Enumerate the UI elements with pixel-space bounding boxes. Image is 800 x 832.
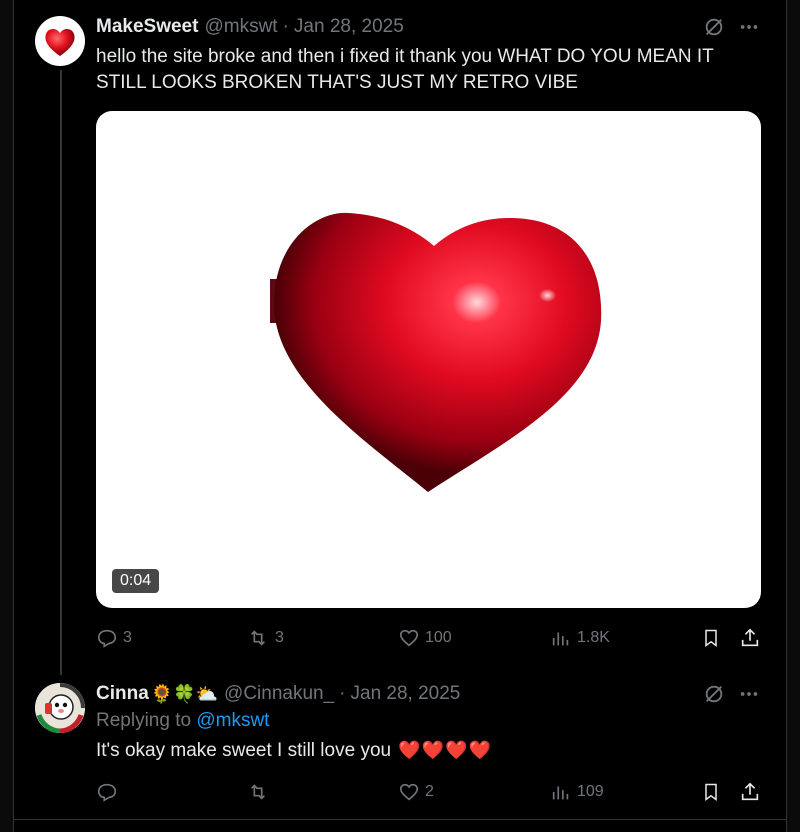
like-count: 2 bbox=[425, 783, 434, 800]
reply-button[interactable] bbox=[96, 780, 123, 804]
thread-line bbox=[60, 70, 62, 675]
video-duration: 0:04 bbox=[112, 569, 160, 593]
reply-button[interactable]: 3 bbox=[96, 626, 132, 650]
replying-to-prefix: Replying to bbox=[96, 710, 192, 731]
heart-emojis: ❤️❤️❤️❤️ bbox=[398, 740, 493, 760]
views-icon bbox=[552, 786, 569, 800]
views-icon bbox=[552, 632, 569, 646]
share-icon[interactable] bbox=[737, 779, 763, 805]
bookmark-icon[interactable] bbox=[698, 625, 724, 651]
avatar[interactable] bbox=[35, 683, 85, 733]
reply-icon bbox=[97, 629, 117, 648]
views-count: 1.8K bbox=[577, 629, 610, 646]
share-icon[interactable] bbox=[737, 625, 763, 651]
author-handle[interactable]: @mkswt bbox=[204, 16, 277, 38]
cinna-avatar-icon bbox=[35, 683, 85, 733]
like-count: 100 bbox=[425, 629, 452, 646]
like-icon bbox=[399, 629, 419, 647]
like-button[interactable]: 2 bbox=[398, 780, 434, 804]
tweet-date[interactable]: Jan 28, 2025 bbox=[351, 683, 461, 705]
reply-count: 3 bbox=[123, 629, 132, 646]
author-handle[interactable]: @Cinnakun_ bbox=[224, 683, 334, 705]
dot-separator: · bbox=[282, 16, 289, 37]
repost-icon bbox=[250, 784, 266, 800]
heart-video-frame bbox=[270, 212, 602, 492]
repost-count: 3 bbox=[275, 629, 284, 646]
name-emojis: 🌻🍀⛅ bbox=[150, 684, 219, 704]
left-frame bbox=[0, 0, 14, 832]
tweet-text: hello the site broke and then i fixed it… bbox=[96, 44, 714, 96]
repost-icon bbox=[250, 630, 266, 646]
tweet-text-line: hello the site broke and then i fixed it… bbox=[96, 46, 714, 67]
like-button[interactable]: 100 bbox=[398, 626, 452, 650]
reply-text-body: It's okay make sweet I still love you bbox=[96, 740, 392, 761]
author-name[interactable]: Cinna bbox=[96, 683, 149, 705]
avatar[interactable] bbox=[35, 16, 85, 66]
views-button[interactable]: 109 bbox=[550, 780, 604, 804]
grok-icon[interactable] bbox=[701, 14, 727, 40]
reply-header: Cinna 🌻🍀⛅ @Cinnakun_ · Jan 28, 2025 bbox=[96, 683, 460, 705]
tweet-date[interactable]: Jan 28, 2025 bbox=[294, 16, 404, 38]
divider bbox=[14, 819, 786, 820]
bookmark-icon[interactable] bbox=[698, 779, 724, 805]
more-icon[interactable] bbox=[736, 14, 762, 40]
heart-avatar-icon bbox=[45, 28, 75, 56]
grok-icon[interactable] bbox=[701, 681, 727, 707]
replying-to: Replying to @mkswt bbox=[96, 710, 269, 732]
reply-icon bbox=[97, 783, 117, 802]
repost-button[interactable] bbox=[246, 780, 275, 804]
views-count: 109 bbox=[577, 783, 604, 800]
video-player[interactable]: 0:04 bbox=[96, 111, 761, 608]
author-name[interactable]: MakeSweet bbox=[96, 16, 198, 38]
dot-separator: · bbox=[339, 683, 346, 704]
right-frame bbox=[786, 0, 800, 832]
reply-text: It's okay make sweet I still love you ❤️… bbox=[96, 737, 492, 764]
tweet-text-line: STILL LOOKS BROKEN THAT'S JUST MY RETRO … bbox=[96, 72, 578, 93]
views-button[interactable]: 1.8K bbox=[550, 626, 610, 650]
repost-button[interactable]: 3 bbox=[246, 626, 284, 650]
tweet-header: MakeSweet @mkswt · Jan 28, 2025 bbox=[96, 16, 404, 38]
replying-to-link[interactable]: @mkswt bbox=[196, 710, 269, 731]
more-icon[interactable] bbox=[736, 681, 762, 707]
like-icon bbox=[399, 783, 419, 801]
